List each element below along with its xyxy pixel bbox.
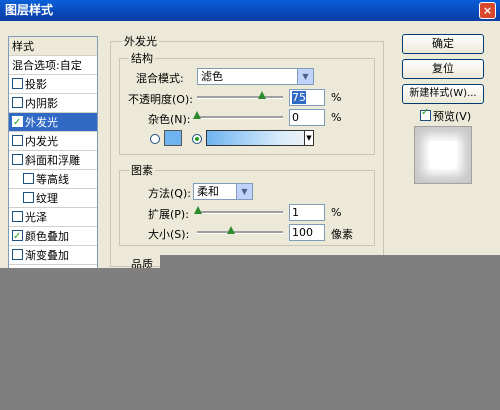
- chevron-down-icon: ▼: [236, 184, 252, 199]
- style-list-item[interactable]: 投影: [9, 75, 97, 94]
- style-list-item-label: 混合选项:自定: [12, 59, 82, 72]
- method-value: 柔和: [197, 185, 219, 198]
- checkbox-icon[interactable]: [12, 154, 23, 165]
- blend-mode-label: 混合模式:: [136, 72, 184, 85]
- noise-unit: %: [331, 111, 342, 124]
- elements-title: 图素: [129, 162, 155, 178]
- new-style-button[interactable]: 新建样式(W)...: [402, 84, 484, 104]
- style-list-item-label: 斜面和浮雕: [25, 154, 80, 167]
- preview-check-icon[interactable]: [420, 107, 431, 121]
- structure-title: 结构: [129, 50, 155, 66]
- gradient-picker[interactable]: [206, 130, 314, 146]
- size-input[interactable]: 100: [289, 224, 325, 241]
- title-bar: 图层样式 ×: [0, 0, 500, 21]
- checkbox-icon[interactable]: [12, 78, 23, 89]
- style-list-item[interactable]: 内发光: [9, 132, 97, 151]
- style-list-item-label: 内阴影: [25, 97, 58, 110]
- style-list-item-label: 渐变叠加: [25, 249, 69, 262]
- spread-slider[interactable]: [197, 211, 283, 214]
- gradient-radio[interactable]: [192, 134, 202, 144]
- noise-slider-thumb[interactable]: [193, 111, 201, 119]
- outer-glow-title: 外发光: [122, 33, 159, 49]
- method-select[interactable]: 柔和 ▼: [193, 183, 253, 200]
- opacity-unit: %: [331, 91, 342, 104]
- style-list-item[interactable]: 颜色叠加: [9, 227, 97, 246]
- style-list-item-label: 投影: [25, 78, 47, 91]
- ok-button[interactable]: 确定: [402, 34, 484, 54]
- style-list-header[interactable]: 样式: [9, 37, 97, 56]
- window-title: 图层样式: [5, 3, 54, 17]
- reset-button[interactable]: 复位: [402, 59, 484, 79]
- style-list: 样式 混合选项:自定投影内阴影外发光内发光斜面和浮雕等高线纹理光泽颜色叠加渐变叠…: [8, 36, 98, 270]
- style-list-item[interactable]: 混合选项:自定: [9, 56, 97, 75]
- layer-style-dialog: 图层样式 × 样式 混合选项:自定投影内阴影外发光内发光斜面和浮雕等高线纹理光泽…: [0, 0, 500, 410]
- style-list-item-label: 等高线: [36, 173, 69, 186]
- opacity-slider[interactable]: [197, 96, 283, 99]
- style-list-item[interactable]: 内阴影: [9, 94, 97, 113]
- style-list-item-label: 外发光: [25, 116, 58, 129]
- spread-unit: %: [331, 206, 342, 219]
- size-slider[interactable]: [197, 231, 283, 234]
- spread-input[interactable]: 1: [289, 204, 325, 221]
- blend-mode-select[interactable]: 滤色 ▼: [197, 68, 314, 85]
- style-preview: [414, 126, 472, 184]
- preview-label: 预览(V): [433, 110, 472, 123]
- opacity-label: 不透明度(O):: [128, 93, 193, 106]
- gradient-dropdown-button[interactable]: ▼: [304, 130, 314, 146]
- checkbox-icon[interactable]: [23, 192, 34, 203]
- style-list-item-label: 内发光: [25, 135, 58, 148]
- opacity-slider-thumb[interactable]: [257, 91, 266, 99]
- noise-input[interactable]: 0: [289, 109, 325, 126]
- style-list-item[interactable]: 外发光: [9, 113, 97, 132]
- checkbox-icon[interactable]: [12, 97, 23, 108]
- chevron-down-icon: ▼: [297, 69, 313, 84]
- checkbox-icon[interactable]: [12, 113, 23, 132]
- style-list-item-label: 颜色叠加: [25, 230, 69, 243]
- preview-checkbox[interactable]: 预览(V): [420, 107, 472, 124]
- obscured-region: [0, 268, 500, 410]
- spread-slider-thumb[interactable]: [193, 206, 202, 214]
- size-unit: 像素: [331, 228, 353, 241]
- checkbox-icon[interactable]: [12, 135, 23, 146]
- style-list-item-label: 光泽: [25, 211, 47, 224]
- opacity-input[interactable]: 75: [289, 89, 325, 106]
- blend-mode-value: 滤色: [201, 70, 223, 83]
- preview-swatch: [429, 141, 457, 169]
- style-list-item[interactable]: 渐变叠加: [9, 246, 97, 265]
- close-button[interactable]: ×: [479, 2, 496, 19]
- noise-label: 杂色(N):: [148, 113, 191, 126]
- style-list-item[interactable]: 光泽: [9, 208, 97, 227]
- checkbox-icon[interactable]: [12, 227, 23, 246]
- glow-color-swatch[interactable]: [164, 130, 182, 146]
- checkbox-icon[interactable]: [12, 211, 23, 222]
- noise-slider[interactable]: [197, 116, 283, 119]
- checkbox-icon[interactable]: [23, 173, 34, 184]
- method-label: 方法(Q):: [148, 187, 191, 200]
- style-list-item[interactable]: 纹理: [9, 189, 97, 208]
- spread-label: 扩展(P):: [148, 208, 189, 221]
- checkbox-icon[interactable]: [12, 249, 23, 260]
- size-label: 大小(S):: [148, 228, 190, 241]
- style-list-item[interactable]: 等高线: [9, 170, 97, 189]
- size-slider-thumb[interactable]: [227, 226, 236, 234]
- style-list-item-label: 纹理: [36, 192, 58, 205]
- style-list-item[interactable]: 斜面和浮雕: [9, 151, 97, 170]
- solid-color-radio[interactable]: [150, 134, 160, 144]
